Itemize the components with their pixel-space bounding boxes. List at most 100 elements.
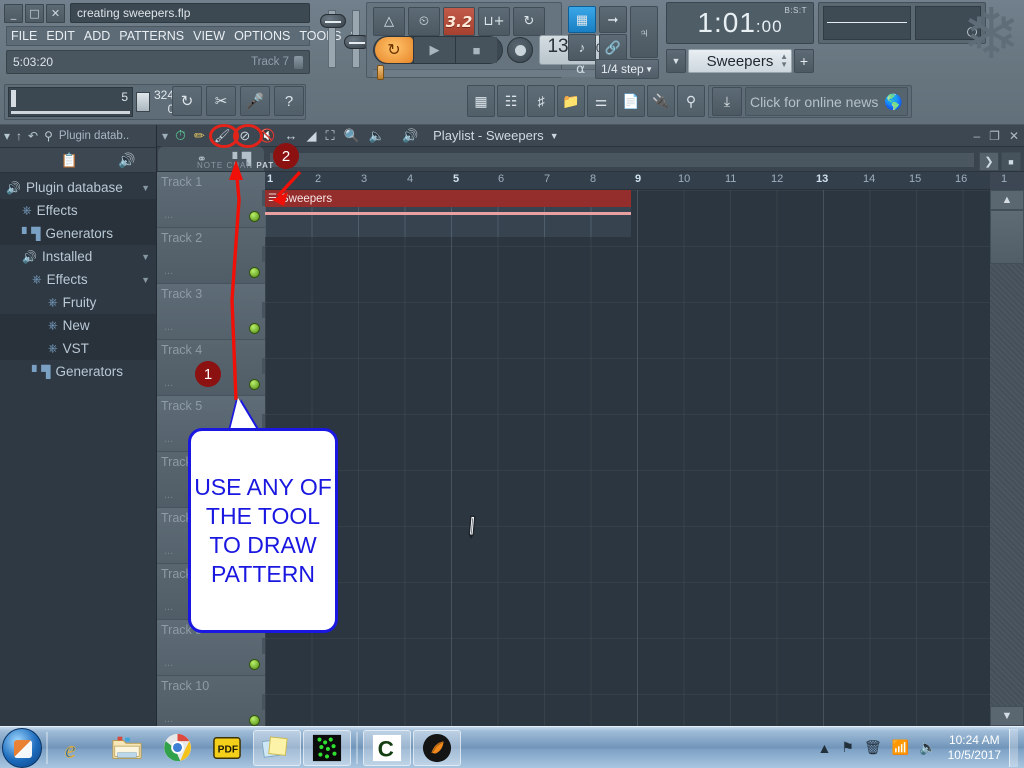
menu-edit[interactable]: EDIT: [46, 29, 74, 43]
track-row[interactable]: Track 2 ...: [157, 228, 265, 284]
slice-tool-icon[interactable]: ◢: [306, 128, 316, 144]
piano-roll-toggle[interactable]: ▦: [568, 6, 596, 33]
pattern-add-button[interactable]: +: [794, 49, 814, 73]
scroll-stop-button[interactable]: ■: [1001, 152, 1021, 171]
loop-record-button[interactable]: ↻: [513, 7, 545, 36]
slip-tool-icon[interactable]: ↔: [284, 128, 297, 143]
taskbar-item-internet-explorer[interactable]: e: [53, 730, 101, 766]
close-icon[interactable]: ✕: [1009, 129, 1019, 143]
piano-roll-button[interactable]: ♯: [527, 85, 555, 117]
zoom-tool-icon[interactable]: 🔍: [344, 128, 360, 144]
draw-tool-icon[interactable]: ✏: [194, 128, 205, 144]
horizontal-scrollbar[interactable]: [269, 152, 975, 168]
track-enable-led[interactable]: [249, 715, 260, 726]
pattern-count-display[interactable]: 3.2: [443, 7, 475, 36]
track-row[interactable]: Track 3 ...: [157, 284, 265, 340]
chevron-down-icon[interactable]: ▼: [141, 252, 150, 262]
track-name[interactable]: Track 3: [161, 287, 202, 301]
pattern-spinner-icon[interactable]: ▲ ▼: [780, 53, 788, 69]
browser-button[interactable]: 📁: [557, 85, 585, 117]
plugin-icon[interactable]: 🔊: [118, 152, 135, 169]
show-desktop-button[interactable]: [1009, 729, 1018, 767]
metronome-button[interactable]: △: [373, 7, 405, 36]
scroll-track[interactable]: [990, 210, 1024, 706]
online-news-panel[interactable]: ⤓ Click for online news 🌎: [708, 85, 912, 118]
minimize-button[interactable]: _: [4, 4, 23, 23]
snap-select[interactable]: 1/4 step ▼: [595, 59, 659, 79]
track-enable-led[interactable]: [249, 379, 260, 390]
tree-item-new[interactable]: ⎈ New: [0, 314, 156, 337]
pattern-dropdown-button[interactable]: ▼: [666, 49, 686, 73]
tree-item-plugin-database[interactable]: 🔊 Plugin database ▼: [0, 176, 156, 199]
cut-button[interactable]: ✂: [206, 86, 236, 116]
action-center-icon[interactable]: 🗑: [864, 739, 882, 756]
close-button[interactable]: ✕: [46, 4, 65, 23]
chevron-down-icon[interactable]: ▾: [4, 129, 10, 143]
scroll-up-button[interactable]: ▲: [990, 190, 1024, 210]
playback-tool-icon[interactable]: 🔈: [369, 128, 385, 144]
copy-icon[interactable]: 📋: [61, 152, 78, 169]
tree-item-vst[interactable]: ⎈ VST: [0, 337, 156, 360]
volume-icon[interactable]: 🔈: [919, 739, 936, 756]
up-arrow-icon[interactable]: ↑: [16, 129, 22, 143]
mixer-button[interactable]: ⚌: [587, 85, 615, 117]
mixer-knob-button[interactable]: ♃: [630, 6, 658, 58]
link-button[interactable]: 🔗: [599, 34, 627, 61]
menu-options[interactable]: OPTIONS: [234, 29, 290, 43]
wait-for-input-button[interactable]: ⏲: [408, 7, 440, 36]
search-icon[interactable]: ⚲: [44, 129, 53, 143]
menu-view[interactable]: VIEW: [193, 29, 225, 43]
time-display-panel[interactable]: 1:01:00 B:S:T: [666, 2, 814, 44]
undo-button[interactable]: ↻: [172, 86, 202, 116]
playlist-grid[interactable]: ☰ Sweepers: [265, 190, 990, 726]
online-news-button[interactable]: Click for online news 🌎: [745, 87, 908, 116]
scroll-down-button[interactable]: ▼: [990, 706, 1024, 726]
taskbar-clock[interactable]: 10:24 AM 10/5/2017: [948, 733, 1001, 763]
track-name[interactable]: Track 4: [161, 343, 202, 357]
chevron-down-icon[interactable]: ▼: [550, 131, 559, 141]
track-enable-led[interactable]: [249, 211, 260, 222]
headphones-icon[interactable]: ⏱: [175, 127, 186, 144]
tree-item-effects[interactable]: ⎈ Effects: [0, 199, 156, 222]
tree-item-installed[interactable]: 🔊 Installed ▼: [0, 245, 156, 268]
mute-tool-icon[interactable]: 🔇: [259, 128, 275, 144]
tree-item-generators[interactable]: ▘▜ Generators: [0, 222, 156, 245]
taskbar-item-video-app[interactable]: [303, 730, 351, 766]
network-error-icon[interactable]: ⚑: [841, 739, 854, 756]
menu-patterns[interactable]: PATTERNS: [119, 29, 184, 43]
scroll-thumb[interactable]: [990, 210, 1024, 264]
pattern-clip-sweepers[interactable]: ☰ Sweepers: [265, 190, 631, 237]
vertical-scrollbar[interactable]: ▲ ▼: [990, 190, 1024, 726]
tree-item-fruity[interactable]: ⎈ Fruity: [0, 291, 156, 314]
taskbar-item-fl-studio[interactable]: [413, 730, 461, 766]
maximize-icon[interactable]: ❐: [989, 129, 1000, 143]
track-name[interactable]: Track 2: [161, 231, 202, 245]
select-tool-icon[interactable]: ⛶: [325, 128, 334, 144]
arrow-toggle[interactable]: ➞: [599, 6, 627, 33]
minimize-icon[interactable]: –: [973, 129, 980, 143]
taskbar-item-pdf-reader[interactable]: PDF: [203, 730, 251, 766]
record-button[interactable]: [507, 37, 533, 63]
clip-header[interactable]: ☰ Sweepers: [265, 190, 631, 207]
taskbar-item-google-chrome[interactable]: [153, 730, 201, 766]
track-enable-led[interactable]: [249, 323, 260, 334]
track-name[interactable]: Track 5: [161, 399, 202, 413]
playlist-ruler[interactable]: 1 2 3 4 5 6 7 8 9 10 11 12 13 14 15 16 1: [265, 172, 990, 190]
show-hidden-icon[interactable]: ▲: [818, 740, 832, 756]
track-enable-led[interactable]: [249, 659, 260, 670]
playlist-view-button[interactable]: ▦: [467, 85, 495, 117]
chevron-down-icon[interactable]: ▾: [162, 129, 168, 143]
track-name[interactable]: Track 10: [161, 679, 209, 693]
scroll-right-button[interactable]: ❯: [979, 152, 999, 171]
taskbar-item-c-app[interactable]: C: [363, 730, 411, 766]
master-volume-slider[interactable]: [328, 10, 336, 68]
step-add-button[interactable]: ⊔+: [478, 7, 510, 36]
help-button[interactable]: ?: [274, 86, 304, 116]
track-enable-led[interactable]: [249, 267, 260, 278]
song-position-handle[interactable]: [377, 65, 384, 80]
chevron-down-icon[interactable]: ▼: [141, 183, 150, 193]
script-button[interactable]: ⚲: [677, 85, 705, 117]
play-button[interactable]: ▶: [413, 37, 455, 63]
plugin-picker-button[interactable]: 🔌: [647, 85, 675, 117]
taskbar-item-file-explorer[interactable]: [103, 730, 151, 766]
